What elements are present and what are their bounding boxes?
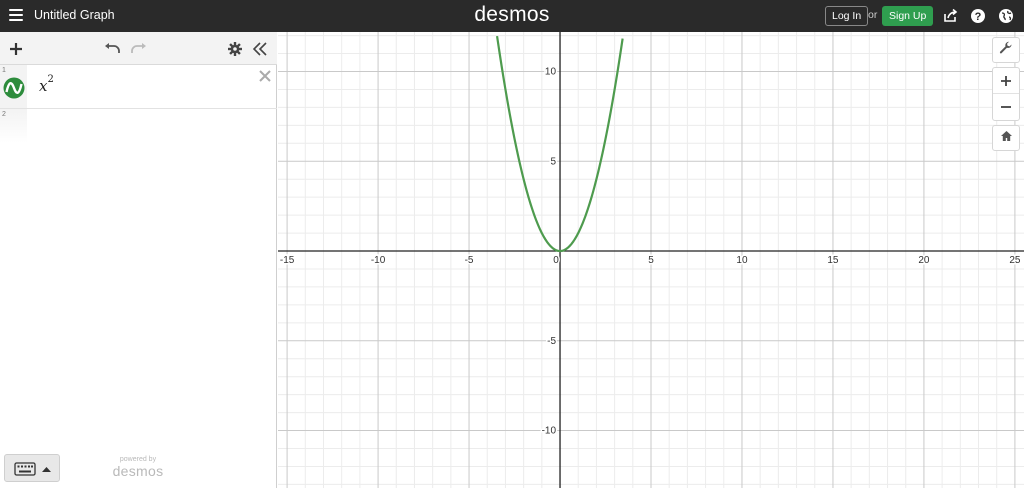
keyboard-button[interactable]	[4, 454, 60, 482]
empty-expression-row[interactable]: 2	[0, 109, 277, 143]
x-tick-label: 15	[827, 255, 839, 266]
zoom-controls	[992, 67, 1020, 121]
menu-icon[interactable]	[9, 9, 23, 21]
expression-input[interactable]: x2	[39, 74, 54, 95]
expression-panel: 1 x2 2 powered by desmos	[0, 32, 277, 488]
graph-settings-button[interactable]	[992, 37, 1020, 63]
x-tick-label: 0	[553, 255, 559, 266]
y-tick-label: -5	[547, 336, 556, 347]
keyboard-icon	[14, 462, 36, 476]
powered-by-desmos: powered by desmos	[109, 456, 167, 478]
graph-toggle-icon[interactable]	[3, 77, 25, 104]
share-icon[interactable]	[942, 8, 958, 24]
x-tick-label: -10	[371, 255, 386, 266]
graph-paper[interactable]: -15 -10 -5 0 5 10 15 20 25 10 5 -5 -10	[278, 32, 1024, 488]
expression-row[interactable]: 1 x2	[0, 65, 277, 109]
powered-by-brand: desmos	[112, 463, 164, 479]
top-bar: Untitled Graph desmos Log In or Sign Up …	[0, 0, 1024, 32]
or-label: or	[868, 9, 878, 21]
wrench-icon	[999, 41, 1013, 60]
svg-text:?: ?	[975, 11, 982, 23]
x-tick-label: 10	[736, 255, 748, 266]
add-icon[interactable]	[9, 42, 23, 61]
default-viewport-button[interactable]	[992, 125, 1020, 151]
x-tick-label: 25	[1009, 255, 1021, 266]
expression-exponent: 2	[47, 74, 54, 85]
login-button[interactable]: Log In	[825, 6, 869, 26]
graph-canvas[interactable]: -15 -10 -5 0 5 10 15 20 25 10 5 -5 -10	[278, 32, 1024, 488]
undo-icon[interactable]	[104, 42, 120, 60]
y-tick-label: -10	[542, 426, 557, 437]
globe-icon[interactable]	[998, 8, 1014, 24]
expression-index: 2	[2, 111, 6, 118]
x-tick-label: -5	[465, 255, 474, 266]
x-tick-label: 5	[648, 255, 654, 266]
zoom-in-button[interactable]	[993, 68, 1019, 94]
home-icon	[1000, 129, 1013, 147]
zoom-in-icon	[1001, 75, 1011, 86]
x-tick-label: 20	[918, 255, 930, 266]
signup-button[interactable]: Sign Up	[882, 6, 934, 26]
delete-expression-icon[interactable]	[258, 69, 272, 83]
expression-toolbar	[0, 32, 277, 65]
y-tick-label: 5	[550, 156, 556, 167]
expression-index: 1	[2, 67, 6, 74]
x-tick-label: -15	[280, 255, 295, 266]
y-tick-label: 10	[545, 66, 557, 77]
x-tick-labels: -15 -10 -5 0 5 10 15 20 25	[278, 254, 1022, 268]
redo-icon[interactable]	[131, 42, 147, 60]
zoom-out-icon	[1001, 106, 1011, 108]
graph-title[interactable]: Untitled Graph	[34, 8, 115, 22]
help-icon[interactable]: ?	[970, 8, 986, 24]
zoom-out-button[interactable]	[993, 94, 1019, 120]
gear-icon[interactable]	[228, 42, 242, 61]
collapse-icon[interactable]	[252, 42, 267, 61]
